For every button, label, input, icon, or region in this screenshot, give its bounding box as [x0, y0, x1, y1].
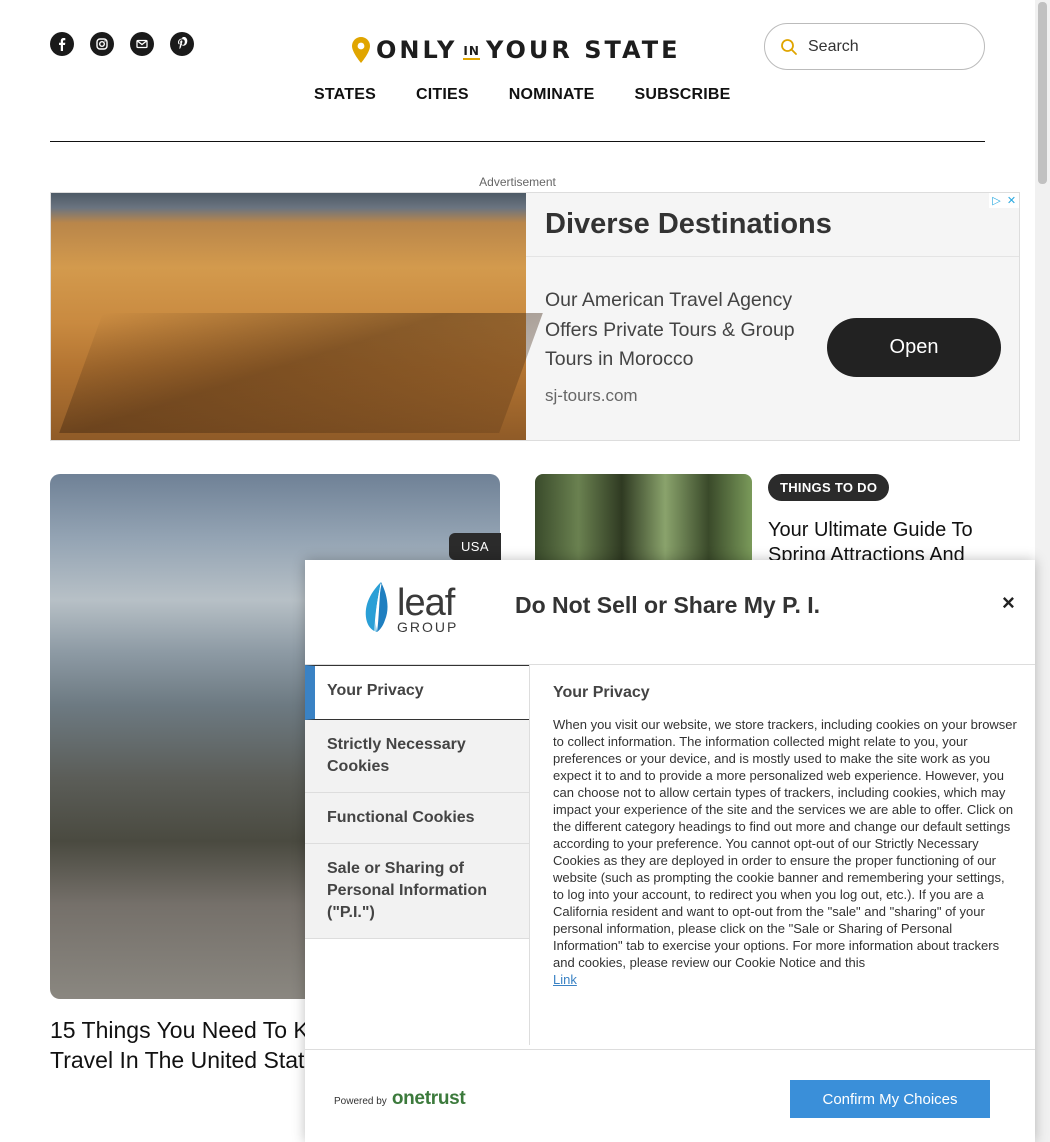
social-links	[50, 32, 194, 56]
ad-close-icon[interactable]: ✕	[1004, 193, 1019, 208]
ad-body[interactable]: Our American Travel Agency Offers Privat…	[545, 286, 815, 375]
tab-functional[interactable]: Functional Cookies	[305, 793, 530, 844]
leaf-group-logo: leaf GROUP	[361, 580, 458, 638]
ad-open-button[interactable]: Open	[827, 318, 1001, 377]
dialog-header: leaf GROUP Do Not Sell or Share My P. I.…	[305, 560, 1035, 665]
close-icon[interactable]: ×	[1002, 590, 1015, 616]
article-title-spring[interactable]: Your Ultimate Guide To Spring Attraction…	[768, 518, 998, 560]
nav-subscribe[interactable]: SUBSCRIBE	[634, 86, 730, 104]
search-input[interactable]	[808, 37, 958, 56]
pane-heading: Your Privacy	[553, 684, 650, 701]
tab-strictly-necessary[interactable]: Strictly Necessary Cookies	[305, 720, 530, 793]
search-box[interactable]	[764, 23, 985, 70]
email-icon[interactable]	[130, 32, 154, 56]
search-icon	[781, 38, 797, 55]
instagram-icon[interactable]	[90, 32, 114, 56]
main-nav: STATES CITIES NOMINATE SUBSCRIBE	[314, 86, 731, 104]
location-pin-icon	[352, 37, 370, 63]
cookie-notice-link[interactable]: Link	[553, 972, 577, 987]
header-divider	[50, 141, 985, 142]
ad-image-desert[interactable]	[51, 193, 543, 440]
site-logo[interactable]: ONLY IN YOUR STATE	[352, 36, 680, 64]
confirm-choices-button[interactable]: Confirm My Choices	[790, 1080, 990, 1118]
logo-word-in: IN	[463, 44, 480, 60]
ad-headline[interactable]: Diverse Destinations	[545, 208, 832, 241]
dialog-footer: Powered by onetrust Confirm My Choices	[305, 1049, 1035, 1142]
onetrust-logo[interactable]: Powered by onetrust	[334, 1088, 466, 1110]
powered-by-text: Powered by	[334, 1096, 387, 1107]
logo-group-text: GROUP	[397, 619, 459, 635]
ad-label: Advertisement	[479, 175, 556, 189]
privacy-tabs: Your Privacy Strictly Necessary Cookies …	[305, 665, 530, 939]
privacy-dialog: leaf GROUP Do Not Sell or Share My P. I.…	[305, 560, 1035, 1142]
nav-states[interactable]: STATES	[314, 86, 376, 104]
nav-cities[interactable]: CITIES	[416, 86, 469, 104]
logo-word-your-state: YOUR STATE	[485, 36, 681, 64]
ad-url[interactable]: sj-tours.com	[545, 386, 638, 406]
scrollbar-thumb[interactable]	[1038, 2, 1047, 184]
leaf-icon	[365, 582, 388, 633]
nav-nominate[interactable]: NOMINATE	[509, 86, 595, 104]
ad-choices[interactable]: ▷ ✕	[989, 193, 1019, 208]
article-badge-things-to-do[interactable]: THINGS TO DO	[768, 474, 890, 501]
logo-word-only: ONLY	[376, 36, 458, 64]
privacy-pane: Your Privacy When you visit our website,…	[553, 684, 1018, 989]
logo-leaf-text: leaf	[397, 582, 455, 624]
tab-your-privacy[interactable]: Your Privacy	[305, 665, 530, 720]
pane-text: When you visit our website, we store tra…	[553, 717, 1017, 970]
pinterest-icon[interactable]	[170, 32, 194, 56]
ad-banner[interactable]: Diverse Destinations Our American Travel…	[50, 192, 1020, 441]
dialog-title: Do Not Sell or Share My P. I.	[515, 592, 821, 618]
article-image-spring[interactable]	[535, 474, 752, 564]
page-scrollbar[interactable]	[1035, 0, 1050, 1142]
article-badge-usa[interactable]: USA	[449, 533, 501, 560]
onetrust-brand: onetrust	[391, 1088, 466, 1109]
tab-sale-sharing[interactable]: Sale or Sharing of Personal Information …	[305, 844, 530, 939]
facebook-icon[interactable]	[50, 32, 74, 56]
adchoices-icon[interactable]: ▷	[989, 193, 1004, 208]
